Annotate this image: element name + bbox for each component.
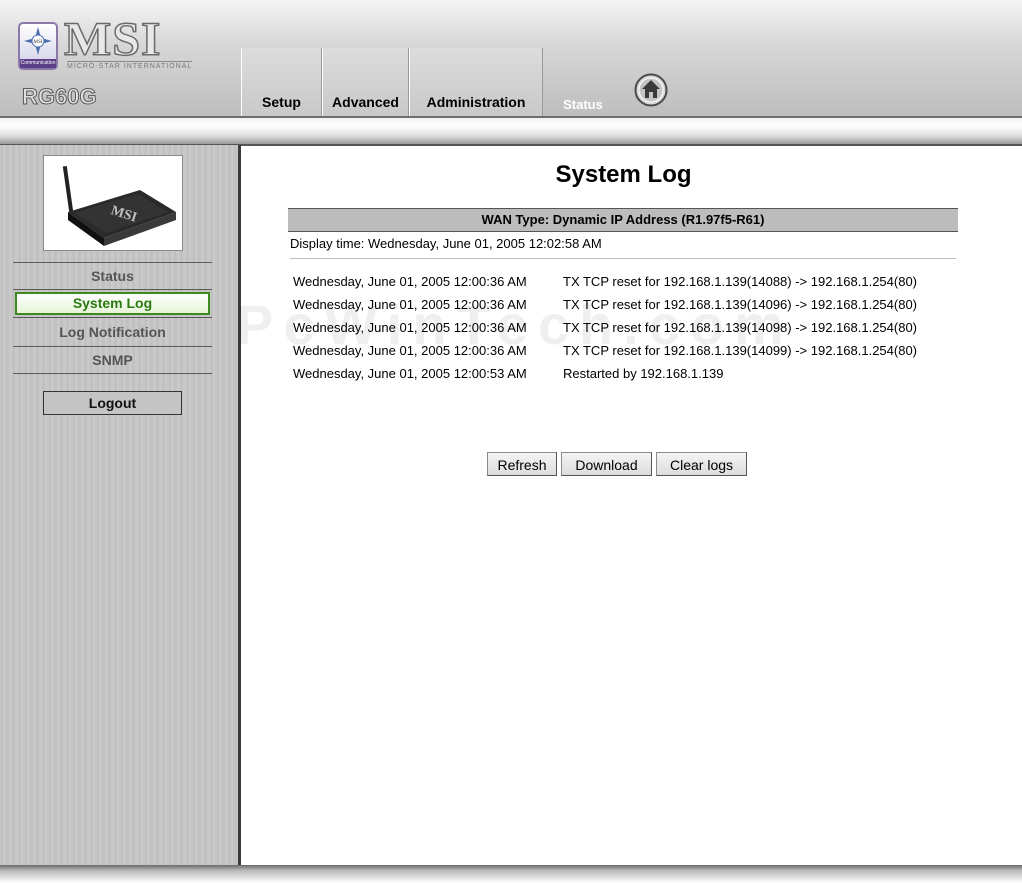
compass-star-icon: MSI	[24, 27, 52, 55]
tab-setup[interactable]: Setup	[241, 48, 322, 118]
log-message: TX TCP reset for 192.168.1.139(14098) ->…	[563, 320, 918, 335]
refresh-button[interactable]: Refresh	[487, 452, 557, 476]
home-icon	[634, 73, 668, 107]
sidebar-separator	[13, 262, 212, 263]
log-message: TX TCP reset for 192.168.1.139(14088) ->…	[563, 274, 918, 289]
sidebar-item-snmp[interactable]: SNMP	[13, 348, 212, 373]
sidebar-separator	[13, 317, 212, 318]
router-device-icon: MSI	[62, 165, 176, 246]
logout-button[interactable]: Logout	[43, 391, 182, 415]
tab-advanced[interactable]: Advanced	[322, 48, 409, 118]
svg-text:MSI: MSI	[34, 40, 43, 45]
log-time: Wednesday, June 01, 2005 12:00:36 AM	[293, 297, 527, 312]
sidebar-separator	[13, 289, 212, 290]
log-time: Wednesday, June 01, 2005 12:00:36 AM	[293, 274, 527, 289]
model-name: RG60G	[22, 84, 98, 109]
logo-block: MSI Communication MSI MICRO-STAR INTERNA…	[0, 0, 240, 118]
sidebar-separator	[13, 346, 212, 347]
home-button[interactable]	[634, 73, 668, 107]
log-message: TX TCP reset for 192.168.1.139(14096) ->…	[563, 297, 918, 312]
sidebar-item-system-log[interactable]: System Log	[15, 292, 210, 315]
page-title: System Log	[555, 161, 692, 188]
sidebar-separator	[13, 373, 212, 374]
display-time: Display time: Wednesday, June 01, 2005 1…	[290, 236, 602, 251]
header: MSI Communication MSI MICRO-STAR INTERNA…	[0, 0, 1022, 118]
router-image: MSI	[43, 155, 183, 251]
log-time: Wednesday, June 01, 2005 12:00:53 AM	[293, 366, 527, 381]
sidebar-divider	[238, 145, 241, 865]
clear-logs-button[interactable]: Clear logs	[656, 452, 747, 476]
msi-emblem-logo: MSI Communication	[18, 22, 58, 70]
wan-type-bar: WAN Type: Dynamic IP Address (R1.97f5-R6…	[288, 208, 958, 232]
download-button[interactable]: Download	[561, 452, 652, 476]
brand-logo-text: MSI	[63, 12, 162, 66]
sidebar-item-log-notification[interactable]: Log Notification	[13, 320, 212, 345]
sidebar-item-status[interactable]: Status	[13, 264, 212, 289]
tab-status[interactable]: Status	[543, 60, 623, 118]
brand-subtitle: MICRO-STAR INTERNATIONAL	[67, 61, 193, 70]
sidebar	[0, 145, 238, 865]
tab-administration[interactable]: Administration	[409, 48, 543, 118]
log-divider	[290, 258, 956, 259]
header-subbar	[0, 118, 1022, 146]
log-message: TX TCP reset for 192.168.1.139(14099) ->…	[563, 343, 918, 358]
log-time: Wednesday, June 01, 2005 12:00:36 AM	[293, 320, 527, 335]
emblem-caption: Communication	[20, 59, 56, 68]
log-time: Wednesday, June 01, 2005 12:00:36 AM	[293, 343, 527, 358]
log-message: Restarted by 192.168.1.139	[563, 366, 724, 381]
footer-bar	[0, 865, 1022, 883]
